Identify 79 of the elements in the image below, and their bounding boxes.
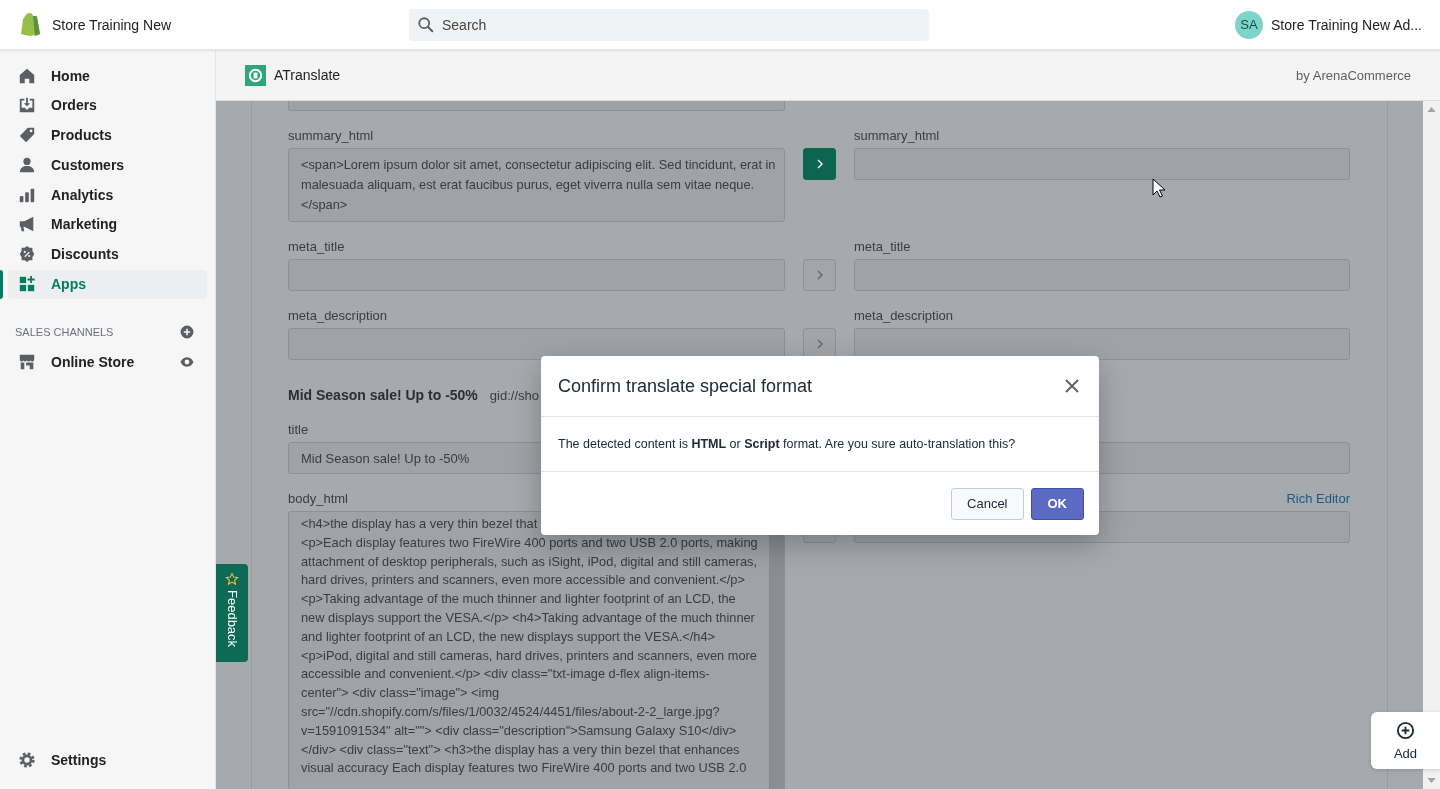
field-label: body_html [288,490,349,508]
input-field[interactable] [854,148,1350,180]
nav-item[interactable]: Online Store [8,347,207,377]
section-heading: SALES CHANNELS [15,326,114,339]
code-line: accessible and convenient.</p> <div class="txt-image d-flex align-items- [301,665,711,684]
apps-icon [18,275,36,294]
down-arrow-icon [1427,778,1436,783]
gear-icon [18,750,36,769]
tag-icon [18,126,36,145]
app-title: ATranslate [274,67,341,83]
field-label: summary_html [288,127,375,145]
code-line: <p>Taking advantage of the much thinner and lighter footprint of an LCD, the [301,590,737,609]
input-field[interactable] [854,328,1350,360]
input-field[interactable] [854,259,1350,291]
up-arrow-icon [1427,107,1436,112]
code-line: and lighter footprint of an LCD, the new displays support the VESA.</h4> [301,627,717,646]
text-line: </span> [301,196,349,214]
code-line: </div> <div class="text"> <h3>the display has a very thin bezel that enhances [301,740,741,759]
field-label: meta_description [288,307,388,325]
code-line: hard drives, printers and scanners, even more accessible and convenient.</p> [301,571,746,590]
nav-item[interactable]: Home [8,61,207,90]
code-line: <p>Each display features two FireWire 400 ports and two USB 2.0 ports, making [301,533,759,552]
nav-item[interactable]: Analytics [8,180,207,210]
code-line: visual accuracy Each display features two FireWire 400 ports and two USB 2.0 [301,759,748,778]
field-label: meta_title [288,238,346,256]
nav-item[interactable]: Marketing [8,210,207,239]
code-line: src="//cdn.shopify.com/s/files/1/0032/4524/4451/files/about-2-2_large.jpg? [301,702,721,721]
field-label: meta_description [854,307,954,325]
chevron-icon [814,159,825,169]
chevron-icon [814,339,825,349]
text-area[interactable]: <span>Lorem ipsum dolor sit amet, consectetur adipiscing elit. Sed tincidunt, erat in malesuada aliquam, est erat faucibus purus, eget viverra nulla sem vitae neque. </span> [288,148,785,222]
input-field[interactable] [288,101,785,111]
store-name: Store Training New [52,16,172,33]
byline: by ArenaCommerce [1296,67,1411,83]
nav-item[interactable]: Products [8,120,207,150]
text-line: malesuada aliquam, est erat faucibus purus, eget viverra nulla sem vitae neque. [301,176,756,194]
scrollbar[interactable] [1423,101,1440,789]
input-field[interactable] [288,328,785,360]
text-line: <span>Lorem ipsum dolor sit amet, consectetur adipiscing elit. Sed tincidunt, erat in [301,156,776,174]
field-label: title [288,421,310,439]
field-label: meta_title [854,238,912,256]
cancel-button[interactable]: Cancel [951,487,1024,520]
nav-item[interactable]: Orders [8,90,207,120]
account-name[interactable]: Store Training New Ad... [1271,16,1422,33]
section-title: Mid Season sale! Up to -50% [288,387,478,403]
person-icon [18,155,36,174]
code-line: v=1591091534" alt=""> <div class="description">Samsung Galaxy S10</div> [301,721,738,740]
code-line: <h4>the display has a very thin bezel that [301,515,539,533]
dialog-title: Confirm translate special format [558,375,813,397]
chevron-icon [814,270,825,280]
storefront-icon [18,352,36,371]
app-logo-icon [245,64,266,86]
add-icon [1396,720,1415,740]
code-line: new displays support the VESA.</p> <h4>Taking advantage of the much thinner [301,609,756,627]
translate-button[interactable] [803,148,836,180]
field-label: summary_html [854,127,941,145]
nav-item[interactable]: Discounts [8,239,207,269]
cursor-icon [1152,178,1166,198]
add-button[interactable]: Add [1371,712,1440,769]
ok-button[interactable]: OK [1030,487,1084,520]
discount-icon [18,245,36,264]
feedback-tab[interactable]: Feedback [216,564,248,662]
star-icon [225,572,239,586]
search-field[interactable]: Search [409,8,929,41]
code-line: center"> <div class="image"> <img [301,684,501,703]
shopping-bag-icon [20,12,42,37]
home-icon [18,66,36,85]
nav-item[interactable]: Settings [8,745,207,775]
text-area[interactable] [288,511,785,789]
inbox-icon [18,96,36,115]
code-line: attachment of desktop peripherals, such as iSight, iPod, digital and still cameras, [301,552,758,571]
close-icon[interactable] [1064,378,1080,394]
code-line: <p>iPod, digital and still cameras, hard drives, printers and scanners, even more [301,646,758,665]
megaphone-icon [18,215,36,234]
resource-id: gid://sho [489,387,539,403]
add-icon[interactable] [179,324,195,341]
avatar[interactable]: SA [1235,10,1264,39]
input-field[interactable] [288,259,785,291]
nav-item[interactable]: Customers [8,150,207,180]
